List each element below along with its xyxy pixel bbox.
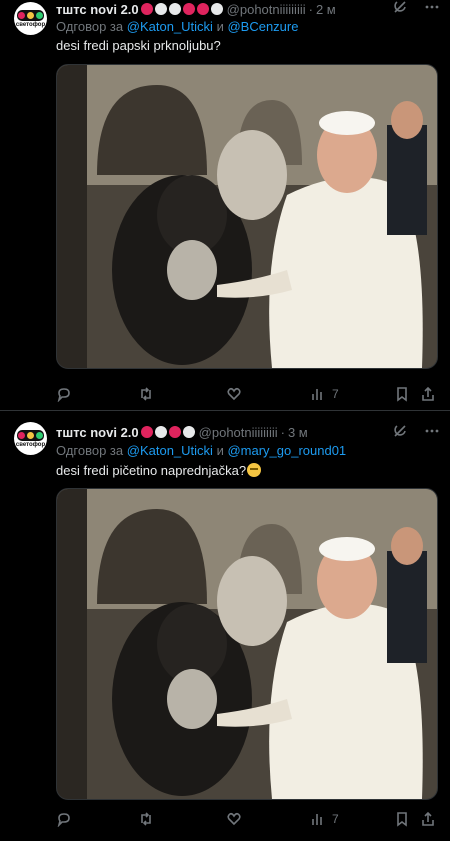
like-button[interactable] [226,811,242,827]
reply-button[interactable] [56,811,72,827]
like-icon [227,387,241,401]
action-bar: 7 [56,810,436,828]
mention-link[interactable]: @Katon_Uticki [127,19,213,34]
display-name[interactable]: тштс novi 2.0 [56,2,139,17]
tweet-header: тштс novi 2.0 @pohotniiiiiiiii · 3 м [56,423,450,441]
share-button[interactable] [420,386,436,402]
grok-icon[interactable] [392,0,408,18]
circle-emoji-icon [168,3,181,15]
views-icon [312,389,322,400]
mention-link[interactable]: @BCenzure [227,19,298,34]
tweet-image[interactable] [56,488,438,800]
views-count: 7 [332,812,339,826]
reply-prefix: Одговор за [56,443,124,458]
bookmark-icon [397,387,407,402]
circle-emoji-icon [182,3,195,15]
mention-link[interactable]: @Katon_Uticki [127,443,213,458]
grok-icon[interactable] [392,423,408,442]
tweet-text: desi fredi papski prknoljubu? [56,38,221,53]
name-emoji-badges [140,3,223,15]
replying-to: Одговор за @Katon_Uticki и @mary_go_roun… [56,443,346,458]
views-icon [312,814,322,825]
tweet[interactable]: светофор тштс novi 2.0 @pohotniiiiiiiii … [0,411,450,841]
retweet-button[interactable] [138,811,154,827]
conjunction: и [216,19,224,34]
retweet-icon [141,387,151,401]
circle-emoji-icon [182,426,195,438]
more-icon[interactable] [424,0,440,18]
circle-emoji-icon [210,3,223,15]
circle-emoji-icon [140,3,153,15]
traffic-light-icon [17,430,44,441]
tweet[interactable]: светофор тштс novi 2.0 @pohotniiiiiiiii … [0,0,450,410]
views-button[interactable]: 7 [310,386,339,402]
user-handle[interactable]: @pohotniiiiiiiii [199,425,278,440]
circle-emoji-icon [154,3,167,15]
separator: · [308,1,313,17]
display-name[interactable]: тштс novi 2.0 [56,425,139,440]
bookmark-icon [397,812,407,827]
action-bar: 7 [56,385,436,403]
views-count: 7 [332,387,339,401]
name-emoji-badges [140,426,195,438]
views-button[interactable]: 7 [310,811,339,827]
mention-link[interactable]: @mary_go_round01 [227,443,346,458]
share-icon [422,386,434,401]
circle-emoji-icon [196,3,209,15]
tweet-text-content: desi fredi pičetino naprednjačka? [56,463,247,478]
avatar[interactable]: светофор [14,2,47,35]
replying-to: Одговор за @Katon_Uticki и @BCenzure [56,19,298,34]
share-button[interactable] [420,811,436,827]
tweet-text: desi fredi pičetino naprednjačka? [56,463,262,478]
conjunction: и [216,443,224,458]
more-icon[interactable] [424,423,440,442]
separator: · [280,424,285,440]
avatar[interactable]: светофор [14,422,47,455]
circle-emoji-icon [140,426,153,438]
timestamp[interactable]: 3 м [288,425,308,440]
retweet-button[interactable] [138,386,154,402]
timestamp[interactable]: 2 м [316,2,336,17]
circle-emoji-icon [168,426,181,438]
traffic-light-icon [17,10,44,21]
reply-icon [57,388,70,402]
reply-button[interactable] [56,386,72,402]
reply-icon [57,813,70,827]
share-icon [422,811,434,826]
avatar-brand-label: светофор [15,22,46,28]
retweet-icon [141,812,151,826]
like-icon [227,812,241,826]
grimacing-face-emoji-icon [247,463,262,477]
tweet-image[interactable] [56,64,438,369]
avatar-brand-label: светофор [15,442,46,448]
reply-prefix: Одговор за [56,19,124,34]
bookmark-button[interactable] [394,811,410,827]
like-button[interactable] [226,386,242,402]
circle-emoji-icon [154,426,167,438]
user-handle[interactable]: @pohotniiiiiiiii [227,2,306,17]
tweet-header: тштс novi 2.0 @pohotniiiiiiiii · 2 м [56,0,450,18]
bookmark-button[interactable] [394,386,410,402]
